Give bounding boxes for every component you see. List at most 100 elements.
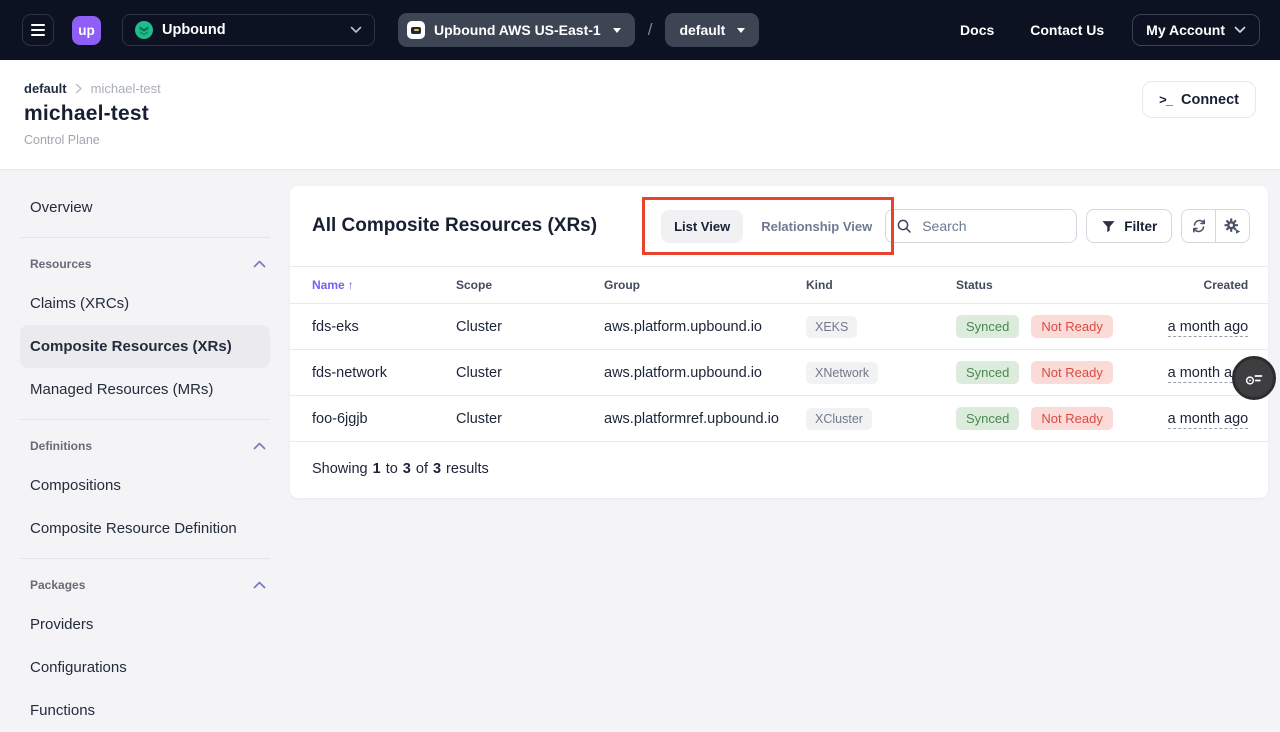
sidebar-item-claims[interactable]: Claims (XRCs)	[20, 282, 270, 325]
top-navbar: up Upbound Upbound AWS US-East-1 / defau…	[0, 0, 1280, 60]
relative-time[interactable]: a month ago	[1168, 319, 1249, 337]
results-from: 1	[373, 461, 381, 477]
cell-name[interactable]: foo-6jgjb	[290, 396, 455, 442]
sidebar-item-composite-resource-definition[interactable]: Composite Resource Definition	[20, 507, 270, 550]
page-title: michael-test	[24, 102, 1256, 126]
connect-button[interactable]: >_ Connect	[1142, 81, 1256, 118]
relative-time[interactable]: a month ago	[1168, 411, 1249, 429]
content-area: Overview Resources Claims (XRCs) Composi…	[0, 170, 1280, 720]
resources-table: Name↑ Scope Group Kind Status Created fd…	[290, 266, 1268, 442]
group-selector[interactable]: default	[665, 13, 759, 47]
table-row[interactable]: fds-eks Cluster aws.platform.upbound.io …	[290, 304, 1268, 350]
status-badge-not-ready: Not Ready	[1031, 407, 1112, 430]
cell-group: aws.platformref.upbound.io	[603, 396, 805, 442]
search-icon	[896, 218, 912, 234]
results-summary: Showing 1 to 3 of 3 results	[290, 442, 1268, 498]
refresh-icon	[1191, 218, 1207, 234]
hamburger-menu-button[interactable]	[22, 14, 54, 46]
hamburger-icon	[31, 24, 45, 36]
sidebar-section-packages[interactable]: Packages	[20, 567, 270, 603]
table-header-row: Name↑ Scope Group Kind Status Created	[290, 267, 1268, 304]
auto-refresh-settings-button[interactable]	[1216, 210, 1249, 242]
cell-status: Synced Not Ready	[955, 350, 1140, 396]
contact-us-link[interactable]: Contact Us	[1030, 22, 1104, 38]
column-header-kind[interactable]: Kind	[805, 267, 955, 304]
sidebar-item-functions[interactable]: Functions	[20, 689, 270, 732]
page-header: default michael-test michael-test Contro…	[0, 60, 1280, 170]
filter-button[interactable]: Filter	[1086, 209, 1172, 243]
status-badge-synced: Synced	[956, 361, 1019, 384]
results-to: 3	[403, 461, 411, 477]
my-account-button[interactable]: My Account	[1132, 14, 1260, 46]
kind-badge: XCluster	[806, 408, 872, 430]
kind-badge: XEKS	[806, 316, 857, 338]
sidebar-item-providers[interactable]: Providers	[20, 603, 270, 646]
breadcrumb: default michael-test	[24, 81, 1256, 96]
search-field	[885, 209, 1077, 243]
relationship-view-tab[interactable]: Relationship View	[748, 210, 885, 243]
column-header-scope[interactable]: Scope	[455, 267, 603, 304]
sidebar-section-resources[interactable]: Resources	[20, 246, 270, 282]
sidebar: Overview Resources Claims (XRCs) Composi…	[0, 170, 290, 732]
cell-status: Synced Not Ready	[955, 304, 1140, 350]
status-badge-not-ready: Not Ready	[1031, 361, 1112, 384]
terminal-icon: >_	[1159, 92, 1172, 107]
table-row[interactable]: foo-6jgjb Cluster aws.platformref.upboun…	[290, 396, 1268, 442]
sidebar-item-composite-resources[interactable]: Composite Resources (XRs)	[20, 325, 270, 368]
results-total: 3	[433, 461, 441, 477]
refresh-button[interactable]	[1182, 210, 1215, 242]
cell-name[interactable]: fds-eks	[290, 304, 455, 350]
sidebar-item-compositions[interactable]: Compositions	[20, 464, 270, 507]
sidebar-item-configurations[interactable]: Configurations	[20, 646, 270, 689]
sidebar-section-label: Packages	[30, 578, 85, 592]
breadcrumb-parent-link[interactable]: default	[24, 81, 67, 96]
breadcrumb-separator: /	[648, 20, 653, 40]
filter-funnel-icon	[1101, 219, 1116, 234]
chevron-up-icon	[253, 442, 266, 450]
list-view-tab[interactable]: List View	[661, 210, 743, 243]
sidebar-item-overview[interactable]: Overview	[20, 186, 270, 229]
gear-play-icon	[1224, 218, 1241, 235]
column-header-name[interactable]: Name↑	[290, 267, 455, 304]
chevron-down-icon	[1234, 26, 1246, 34]
caret-down-icon	[737, 28, 745, 33]
view-toggle: List View Relationship View	[661, 210, 885, 243]
sidebar-section-definitions[interactable]: Definitions	[20, 428, 270, 464]
card-title: All Composite Resources (XRs)	[312, 215, 597, 237]
filter-button-label: Filter	[1124, 219, 1157, 234]
chevron-down-icon	[350, 26, 362, 34]
feedback-widget-button[interactable]	[1232, 356, 1276, 400]
cell-group: aws.platform.upbound.io	[603, 350, 805, 396]
cell-scope: Cluster	[455, 304, 603, 350]
cell-name[interactable]: fds-network	[290, 350, 455, 396]
sidebar-divider	[20, 419, 270, 420]
sidebar-item-managed-resources[interactable]: Managed Resources (MRs)	[20, 368, 270, 411]
cell-group: aws.platform.upbound.io	[603, 304, 805, 350]
resources-card: All Composite Resources (XRs) List View …	[290, 186, 1268, 498]
group-selector-label: default	[679, 22, 725, 38]
table-actions-group	[1181, 209, 1250, 243]
table-row[interactable]: fds-network Cluster aws.platform.upbound…	[290, 350, 1268, 396]
control-plane-selector-label: Upbound AWS US-East-1	[434, 22, 601, 38]
kind-badge: XNetwork	[806, 362, 878, 384]
status-badge-synced: Synced	[956, 315, 1019, 338]
sidebar-divider	[20, 558, 270, 559]
column-header-status[interactable]: Status	[955, 267, 1140, 304]
sort-ascending-icon: ↑	[348, 278, 354, 292]
org-selector[interactable]: Upbound	[122, 14, 375, 46]
search-input[interactable]	[920, 217, 1066, 235]
column-header-group[interactable]: Group	[603, 267, 805, 304]
cell-scope: Cluster	[455, 350, 603, 396]
org-avatar-icon	[135, 21, 153, 39]
control-plane-selector[interactable]: Upbound AWS US-East-1	[398, 13, 635, 47]
docs-link[interactable]: Docs	[960, 22, 994, 38]
connect-button-label: Connect	[1181, 92, 1239, 108]
column-header-created[interactable]: Created	[1140, 267, 1268, 304]
sidebar-section-label: Resources	[30, 257, 91, 271]
cell-scope: Cluster	[455, 396, 603, 442]
my-account-label: My Account	[1146, 22, 1225, 38]
sidebar-divider	[20, 237, 270, 238]
card-header: All Composite Resources (XRs) List View …	[290, 186, 1268, 266]
breadcrumb-chevron-icon	[75, 83, 83, 94]
breadcrumb-current: michael-test	[91, 81, 161, 96]
